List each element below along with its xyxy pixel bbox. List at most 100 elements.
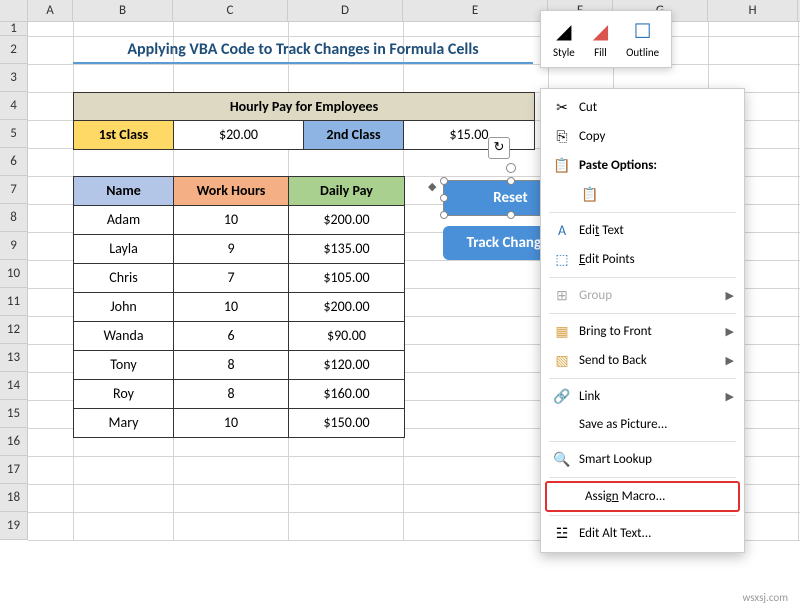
- resize-handle[interactable]: [507, 211, 515, 219]
- class2-label: 2nd Class: [304, 121, 404, 149]
- column-headers-row: ABCDEFGH: [0, 0, 800, 22]
- row-header-3[interactable]: 3: [0, 64, 28, 92]
- table-cell[interactable]: $200.00: [289, 293, 404, 321]
- table-cell[interactable]: $90.00: [289, 322, 404, 350]
- table-row: Tony8$120.00: [74, 351, 404, 380]
- table-cell[interactable]: 6: [174, 322, 289, 350]
- row-header-14[interactable]: 14: [0, 372, 28, 400]
- table-cell[interactable]: Tony: [74, 351, 174, 379]
- assign-macro-highlight: Assign Macro...: [545, 481, 740, 512]
- mini-toolbar: ◢Style ◢Fill ☐Outline: [540, 10, 672, 68]
- menu-cut[interactable]: ✂Cut: [541, 93, 744, 122]
- class2-value: $15.00: [404, 121, 534, 149]
- reset-label: Reset: [493, 189, 527, 207]
- table-cell[interactable]: 8: [174, 351, 289, 379]
- smart-tag-icon[interactable]: ↻: [488, 137, 510, 159]
- row-header-1[interactable]: 1: [0, 22, 28, 36]
- style-button[interactable]: ◢Style: [547, 17, 581, 61]
- col-header-B[interactable]: B: [73, 0, 173, 21]
- fill-button[interactable]: ◢Fill: [587, 17, 614, 61]
- menu-edit-text[interactable]: AEdit Text: [541, 216, 744, 245]
- menu-edit-points[interactable]: ⬚Edit Points: [541, 245, 744, 274]
- row-header-18[interactable]: 18: [0, 484, 28, 512]
- outline-icon: ☐: [626, 19, 659, 44]
- menu-assign-macro[interactable]: Assign Macro...: [547, 483, 738, 510]
- row-header-16[interactable]: 16: [0, 428, 28, 456]
- menu-copy[interactable]: ⎘Copy: [541, 122, 744, 151]
- table-cell[interactable]: 7: [174, 264, 289, 292]
- row-header-6[interactable]: 6: [0, 148, 28, 176]
- row-header-13[interactable]: 13: [0, 344, 28, 372]
- menu-send-back[interactable]: ▧Send to Back▶: [541, 346, 744, 375]
- row-header-2[interactable]: 2: [0, 36, 28, 64]
- col-header-E[interactable]: E: [403, 0, 548, 21]
- table-cell[interactable]: $200.00: [289, 206, 404, 234]
- resize-handle[interactable]: [440, 194, 448, 202]
- submenu-arrow-icon: ▶: [726, 289, 734, 302]
- menu-save-picture[interactable]: Save as Picture...: [541, 411, 744, 438]
- row-headers-col: 12345678910111213141516171819: [0, 22, 28, 540]
- menu-link[interactable]: 🔗Link▶: [541, 382, 744, 411]
- class1-value: $20.00: [174, 121, 304, 149]
- table-cell[interactable]: Layla: [74, 235, 174, 263]
- table-cell[interactable]: Mary: [74, 409, 174, 437]
- hourly-pay-table: Hourly Pay for Employees 1st Class $20.0…: [73, 92, 535, 150]
- table-cell[interactable]: 9: [174, 235, 289, 263]
- table-cell[interactable]: 8: [174, 380, 289, 408]
- table-cell[interactable]: $160.00: [289, 380, 404, 408]
- table-row: Adam10$200.00: [74, 206, 404, 235]
- resize-handle[interactable]: [507, 177, 515, 185]
- table-cell[interactable]: $135.00: [289, 235, 404, 263]
- row-header-8[interactable]: 8: [0, 204, 28, 232]
- anchor-icon: ◆: [428, 180, 436, 193]
- title-underline: [73, 62, 533, 64]
- row-header-12[interactable]: 12: [0, 316, 28, 344]
- row-header-19[interactable]: 19: [0, 512, 28, 540]
- employee-table: Name Work Hours Daily Pay Adam10$200.00L…: [73, 176, 405, 438]
- col-header-C[interactable]: C: [173, 0, 288, 21]
- menu-separator: [549, 277, 736, 278]
- select-all-corner[interactable]: [0, 0, 28, 21]
- rotate-handle[interactable]: [506, 163, 516, 173]
- hourly-header: Hourly Pay for Employees: [74, 93, 534, 121]
- table-cell[interactable]: 10: [174, 409, 289, 437]
- menu-edit-alt-text[interactable]: ☳Edit Alt Text...: [541, 519, 744, 548]
- outline-button[interactable]: ☐Outline: [620, 17, 665, 61]
- table-cell[interactable]: 10: [174, 206, 289, 234]
- menu-group: ⊞Group▶: [541, 281, 744, 310]
- table-cell[interactable]: $150.00: [289, 409, 404, 437]
- emp-header-pay: Daily Pay: [289, 177, 404, 205]
- row-header-11[interactable]: 11: [0, 288, 28, 316]
- table-cell[interactable]: Wanda: [74, 322, 174, 350]
- watermark: wsxsj.com: [742, 591, 788, 604]
- col-header-A[interactable]: A: [28, 0, 73, 21]
- row-header-17[interactable]: 17: [0, 456, 28, 484]
- row-header-10[interactable]: 10: [0, 260, 28, 288]
- col-header-D[interactable]: D: [288, 0, 403, 21]
- table-cell[interactable]: Adam: [74, 206, 174, 234]
- row-header-5[interactable]: 5: [0, 120, 28, 148]
- row-header-9[interactable]: 9: [0, 232, 28, 260]
- resize-handle[interactable]: [440, 177, 448, 185]
- row-header-15[interactable]: 15: [0, 400, 28, 428]
- table-cell[interactable]: 10: [174, 293, 289, 321]
- menu-smart-lookup[interactable]: 🔍Smart Lookup: [541, 445, 744, 474]
- table-cell[interactable]: Chris: [74, 264, 174, 292]
- table-cell[interactable]: John: [74, 293, 174, 321]
- col-header-H[interactable]: H: [708, 0, 798, 21]
- menu-separator: [549, 313, 736, 314]
- paste-default-icon: 📋: [579, 186, 601, 203]
- bring-front-icon: ▦: [551, 323, 573, 340]
- menu-bring-front[interactable]: ▦Bring to Front▶: [541, 317, 744, 346]
- emp-header-name: Name: [74, 177, 174, 205]
- row-header-4[interactable]: 4: [0, 92, 28, 120]
- table-cell[interactable]: Roy: [74, 380, 174, 408]
- menu-paste-options: 📋Paste Options:: [541, 151, 744, 180]
- table-cell[interactable]: $105.00: [289, 264, 404, 292]
- submenu-arrow-icon: ▶: [726, 390, 734, 403]
- table-cell[interactable]: $120.00: [289, 351, 404, 379]
- resize-handle[interactable]: [440, 211, 448, 219]
- group-icon: ⊞: [551, 287, 573, 304]
- row-header-7[interactable]: 7: [0, 176, 28, 204]
- menu-paste-default[interactable]: 📋: [541, 180, 744, 209]
